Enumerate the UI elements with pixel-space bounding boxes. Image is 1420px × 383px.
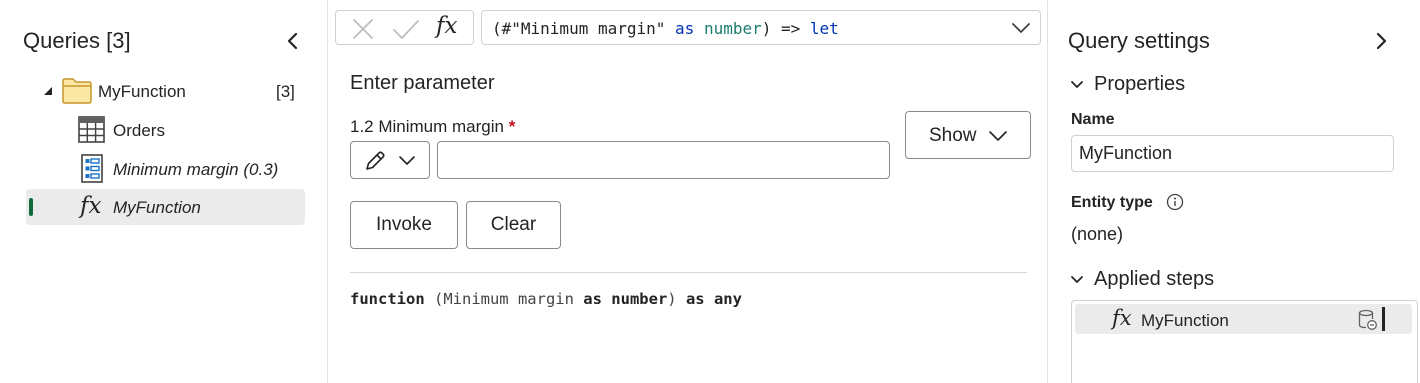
required-marker: * [508, 117, 516, 136]
step-resize-handle[interactable] [1382, 307, 1385, 331]
folder-icon [62, 78, 92, 104]
parameter-type-dropdown[interactable] [350, 141, 430, 179]
function-icon: fx [1112, 306, 1132, 330]
query-item-orders[interactable]: Orders [26, 112, 305, 148]
query-item-label: Minimum margin (0.3) [113, 160, 279, 179]
query-item-label: MyFunction [113, 198, 201, 217]
formula-bar-buttons: fx [335, 10, 474, 45]
query-group-count: [3] [276, 82, 295, 101]
formula-keyword: as [675, 19, 695, 38]
signature-text: ) [667, 290, 686, 308]
enter-parameter-heading: Enter parameter [350, 72, 495, 94]
clear-button[interactable]: Clear [466, 201, 561, 249]
pencil-icon [366, 151, 385, 170]
name-input[interactable] [1071, 135, 1394, 172]
properties-heading: Properties [1094, 73, 1186, 95]
table-icon [78, 116, 105, 143]
database-settings-icon[interactable] [1358, 309, 1378, 331]
collapse-queries-button[interactable] [282, 30, 304, 52]
signature-keyword: function [350, 290, 425, 308]
chevron-down-icon [989, 131, 1007, 141]
chevron-down-icon [399, 156, 415, 165]
parameter-label: 1.2 Minimum margin * [350, 117, 515, 137]
parameter-icon [81, 154, 103, 183]
signature-text: (Minimum margin [424, 290, 584, 308]
collapse-settings-button[interactable] [1370, 30, 1392, 52]
applied-step-item[interactable]: fx MyFunction [1075, 304, 1412, 334]
chevron-down-icon[interactable] [1010, 18, 1032, 38]
query-group-label: MyFunction [98, 82, 186, 101]
cancel-icon[interactable] [352, 18, 374, 40]
chevron-left-icon [287, 32, 298, 50]
confirm-check-icon[interactable] [392, 18, 420, 40]
formula-text: (#"Minimum margin" [492, 19, 676, 38]
query-settings-pane: Query settings Properties Name Entity ty… [1047, 0, 1420, 383]
selected-indicator [29, 198, 33, 216]
invoke-button[interactable]: Invoke [350, 201, 458, 249]
expand-triangle-icon[interactable] [42, 85, 54, 97]
show-dropdown-button[interactable]: Show [905, 111, 1031, 159]
name-label: Name [1071, 111, 1115, 128]
parameter-label-text: 1.2 Minimum margin [350, 117, 504, 136]
applied-steps-list: fx MyFunction [1071, 300, 1418, 383]
show-label: Show [929, 125, 977, 146]
formula-text: ) => [761, 19, 810, 38]
chevron-down-icon [1071, 81, 1083, 88]
query-settings-title: Query settings [1068, 28, 1210, 53]
queries-pane: Queries [3] MyFunction [3] Orders Minimu… [0, 0, 328, 383]
query-item-label: Orders [113, 121, 165, 140]
divider [350, 272, 1027, 273]
info-icon[interactable] [1166, 193, 1184, 211]
entity-type-label: Entity type [1071, 194, 1153, 211]
formula-type: number [703, 19, 762, 38]
entity-type-value: (none) [1071, 224, 1124, 244]
signature-keyword: as any [685, 290, 742, 308]
signature-keyword: as number [583, 290, 668, 308]
formula-bar-input[interactable]: (#"Minimum margin" as number) => let [481, 10, 1041, 45]
formula-keyword: let [809, 19, 839, 38]
chevron-down-icon [1071, 276, 1083, 283]
function-signature: function (Minimum margin as number) as a… [350, 290, 742, 308]
query-group-myfunction[interactable]: MyFunction [3] [26, 73, 305, 109]
applied-step-label: MyFunction [1141, 311, 1229, 330]
query-item-myfunction[interactable]: fx MyFunction [26, 189, 305, 225]
query-item-minimum-margin[interactable]: Minimum margin (0.3) [26, 151, 305, 187]
chevron-right-icon [1376, 32, 1387, 50]
parameter-value-input[interactable] [437, 141, 890, 179]
queries-title: Queries [3] [23, 28, 131, 53]
applied-steps-heading: Applied steps [1094, 268, 1215, 290]
function-icon: fx [80, 193, 102, 219]
function-editor: fx (#"Minimum margin" as number) => let … [329, 0, 1047, 383]
function-insert-icon[interactable]: fx [436, 13, 457, 39]
formula-text [694, 19, 704, 38]
